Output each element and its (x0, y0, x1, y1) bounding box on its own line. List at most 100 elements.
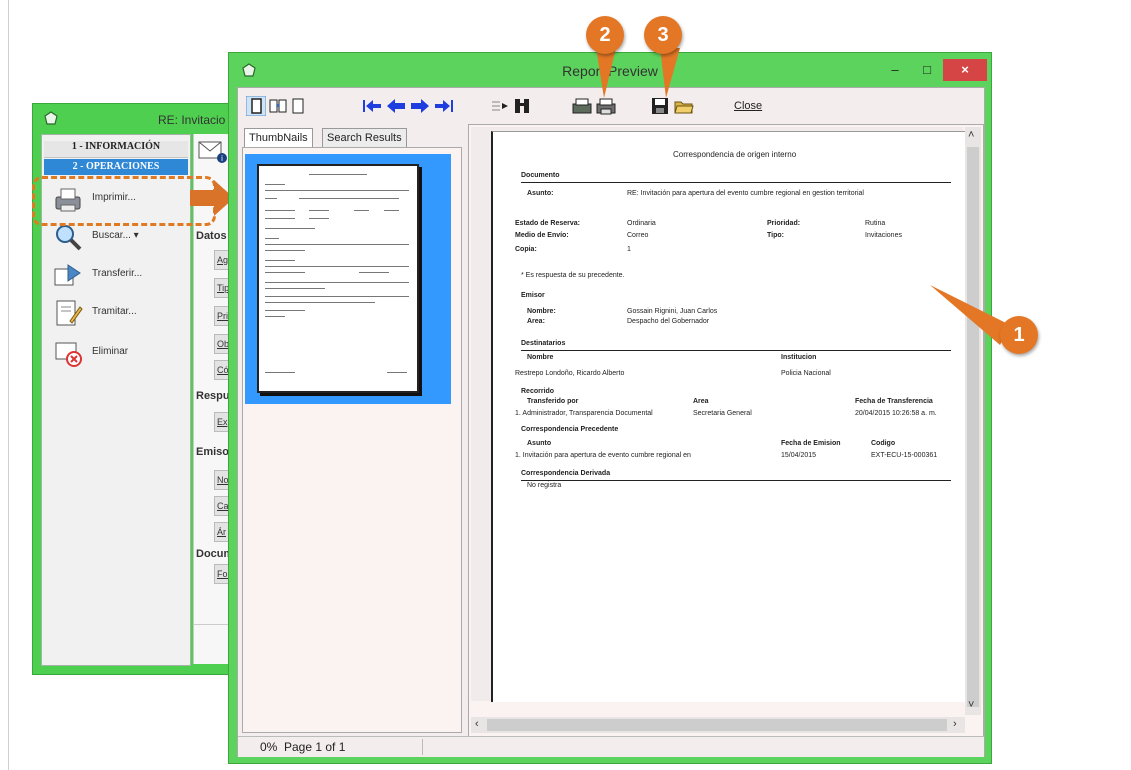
thumb-line (265, 266, 409, 267)
report-preview-window[interactable]: Report Preview – □ × Close ThumbNails Se… (228, 52, 992, 764)
thumb-line (265, 288, 325, 289)
action-label: Eliminar (92, 346, 129, 357)
thumb-line (265, 372, 295, 373)
page-width-icon[interactable] (288, 96, 308, 116)
scroll-up-icon[interactable]: ˄ (968, 129, 974, 141)
prioridad-label: Prioridad: (767, 220, 801, 227)
thumbnails-list (242, 147, 462, 733)
tipo-label: Tipo: (767, 232, 784, 239)
single-page-icon[interactable] (246, 96, 266, 116)
response-note: * Es respuesta de su precedente. (521, 272, 625, 279)
app-logo-icon (44, 111, 58, 125)
nav-section-informacion[interactable]: 1 - INFORMACIÓN (44, 141, 188, 158)
goto-page-icon[interactable] (490, 96, 510, 116)
section-precedente: Correspondencia Precedente (521, 426, 619, 433)
prec-row-asunto: 1. Invitación para apertura de evento cu… (515, 452, 691, 459)
derivada-value: No registra (527, 482, 562, 489)
two-pages-icon[interactable] (268, 96, 288, 116)
delete-icon (55, 342, 82, 367)
callout-1-pointer (930, 285, 1010, 345)
thumb-line (265, 272, 305, 273)
section-emisor: Emisor (521, 292, 545, 299)
thumb-line (265, 184, 285, 185)
rec-row-area: Secretaria General (693, 410, 752, 417)
thumb-line (309, 210, 329, 211)
section-header-datos: Datos (196, 230, 227, 242)
print-icon[interactable] (596, 96, 616, 116)
thumb-line (265, 238, 279, 239)
copia-label: Copia: (515, 246, 537, 253)
vertical-scrollbar[interactable]: ˄ ˅ (965, 127, 981, 715)
asunto-label: Asunto: (527, 190, 554, 197)
scroll-down-icon[interactable]: ˅ (968, 699, 974, 711)
tab-search-results[interactable]: Search Results (322, 128, 407, 148)
thumbnail-selected[interactable] (245, 154, 451, 404)
section-derivada: Correspondencia Derivada (521, 470, 611, 477)
callout-2-pointer (596, 48, 616, 98)
close-button[interactable]: Close (734, 100, 762, 112)
thumb-line (384, 210, 399, 211)
thumb-line (309, 174, 367, 175)
thumb-line (354, 210, 369, 211)
prec-col-codigo: Codigo (871, 440, 896, 447)
prioridad-value: Rutina (865, 220, 886, 227)
thumb-line (265, 244, 409, 245)
first-page-icon[interactable] (362, 96, 382, 116)
action-label: Transferir... (92, 268, 143, 279)
horizontal-scrollbar[interactable]: ‹ › (471, 717, 965, 733)
next-page-icon[interactable] (410, 96, 430, 116)
status-bar: 0% Page 1 of 1 (238, 736, 984, 757)
thumb-line (265, 260, 295, 261)
callout-1: 1 (1000, 316, 1038, 354)
section-documento: Documento (521, 172, 560, 179)
thumb-line (265, 190, 409, 191)
page-thumbnail[interactable] (257, 164, 419, 393)
tab-thumbnails[interactable]: ThumbNails (244, 128, 313, 148)
emisor-nombre-value: Gossain Rignini, Juan Carlos (627, 308, 718, 315)
rec-col-area: Area (693, 398, 709, 405)
thumb-line (299, 198, 399, 199)
emisor-nombre-label: Nombre: (527, 308, 556, 315)
open-folder-icon[interactable] (674, 96, 694, 116)
thumb-line (265, 296, 409, 297)
horizontal-scroll-thumb[interactable] (487, 719, 947, 731)
action-label: Tramitar... (92, 306, 137, 317)
thumb-line (387, 372, 407, 373)
prec-row-fecha: 15/04/2015 (781, 452, 817, 459)
action-label: Buscar... ▾ (92, 230, 139, 241)
find-binoculars-icon[interactable] (512, 96, 532, 116)
dest-col-institucion: Institucion (781, 354, 817, 361)
callout-2: 2 (586, 16, 624, 54)
action-tramitar[interactable]: Tramitar... (52, 295, 184, 331)
thumb-line (265, 210, 295, 211)
prec-row-codigo: EXT-ECU-15-000361 (871, 452, 938, 459)
medio-value: Correo (627, 232, 649, 239)
rec-row-fecha: 20/04/2015 10:26:58 a. m. (855, 410, 937, 417)
last-page-icon[interactable] (434, 96, 454, 116)
action-eliminar[interactable]: Eliminar (52, 335, 184, 371)
thumb-line (265, 282, 409, 283)
action-transferir[interactable]: Transferir... (52, 257, 184, 293)
close-window-button[interactable]: × (943, 59, 987, 81)
vertical-scroll-thumb[interactable] (967, 147, 979, 707)
dest-row-nombre: Restrepo Londoño, Ricardo Alberto (515, 370, 625, 377)
callout-3: 3 (644, 16, 682, 54)
estado-label: Estado de Reserva: (515, 220, 580, 227)
status-separator (422, 739, 423, 755)
thumb-line (265, 250, 305, 251)
nav-section-operaciones[interactable]: 2 - OPERACIONES (44, 159, 188, 175)
scroll-right-icon[interactable]: › (953, 718, 957, 730)
save-icon[interactable] (650, 96, 670, 116)
rec-col-fecha: Fecha de Transferencia (855, 398, 933, 405)
section-header-emisor: Emiso (196, 446, 230, 458)
background-window-title: RE: Invitacio (158, 113, 226, 127)
section-rule (521, 182, 951, 183)
maximize-button[interactable]: □ (911, 59, 943, 81)
previous-page-icon[interactable] (386, 96, 406, 116)
minimize-button[interactable]: – (879, 59, 911, 81)
scroll-left-icon[interactable]: ‹ (475, 718, 479, 730)
section-rule (521, 350, 951, 351)
print-setup-icon[interactable] (572, 96, 592, 116)
page-divider (8, 0, 9, 770)
callout-3-pointer (660, 48, 680, 98)
